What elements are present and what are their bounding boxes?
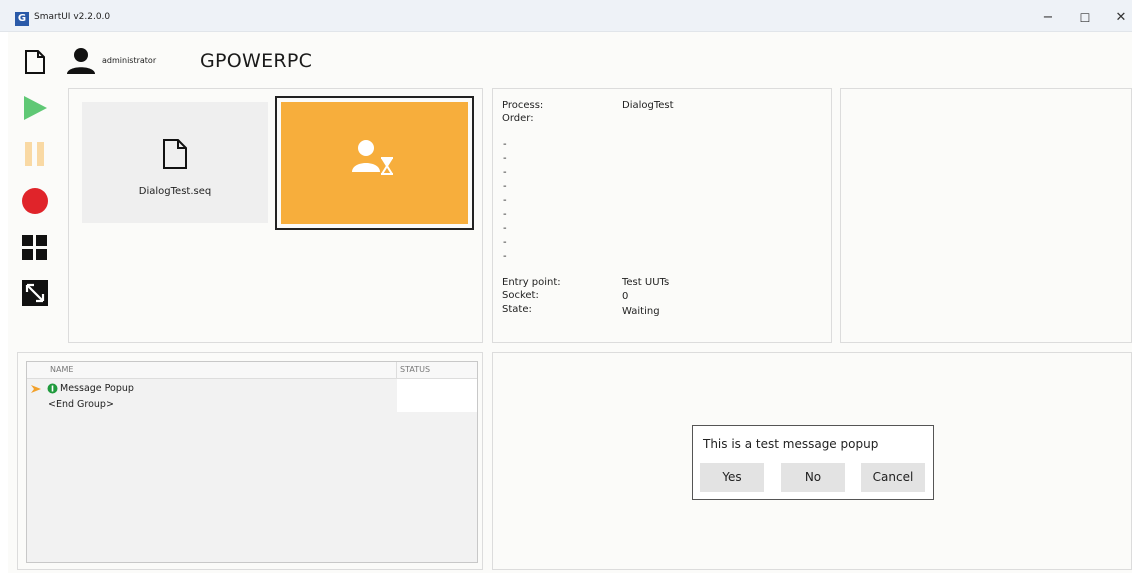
window-titlebar: G SmartUI v2.2.0.0 − ☐ ✕ xyxy=(0,0,1132,32)
new-file-icon[interactable] xyxy=(24,49,46,75)
socket-value: 0 xyxy=(622,291,629,302)
step-row-name[interactable]: <End Group> xyxy=(48,399,114,410)
close-button[interactable]: ✕ xyxy=(1110,8,1132,28)
sequence-file-icon xyxy=(163,139,187,169)
dash-line: - xyxy=(503,195,507,206)
dash-line: - xyxy=(503,167,507,178)
state-label: State: xyxy=(502,304,532,315)
no-button[interactable]: No xyxy=(781,463,845,492)
play-icon[interactable] xyxy=(22,95,48,121)
entry-point-value: Test UUTs xyxy=(622,277,670,288)
minimize-button[interactable]: − xyxy=(1037,8,1059,28)
dash-line: - xyxy=(503,237,507,248)
popup-panel: This is a test message popup Yes No Canc… xyxy=(492,352,1132,570)
dash-line: - xyxy=(503,153,507,164)
status-column-header[interactable]: STATUS xyxy=(400,365,430,374)
process-label: Process: xyxy=(502,100,544,111)
current-step-arrow-icon xyxy=(31,385,41,393)
uut-card[interactable] xyxy=(275,96,474,230)
process-value: DialogTest xyxy=(622,100,674,111)
resize-icon[interactable] xyxy=(22,280,48,306)
user-icon xyxy=(67,48,95,74)
window-title: SmartUI v2.2.0.0 xyxy=(34,12,111,22)
steps-tree[interactable]: NAME STATUS Message Popup <End Group> xyxy=(26,361,478,563)
status-column xyxy=(397,379,477,412)
app-body: administrator GPOWERPC DialogTest.seq Pr… xyxy=(8,32,1132,573)
steps-panel: NAME STATUS Message Popup <End Group> xyxy=(17,352,483,570)
cancel-button[interactable]: Cancel xyxy=(861,463,925,492)
empty-panel xyxy=(840,88,1132,343)
dash-line: - xyxy=(503,139,507,150)
name-column-header[interactable]: NAME xyxy=(50,365,73,374)
sequence-file-name: DialogTest.seq xyxy=(138,186,212,197)
message-popup-step-icon xyxy=(47,383,58,394)
sequence-panel: DialogTest.seq xyxy=(68,88,483,343)
dash-line: - xyxy=(503,251,507,262)
steps-tree-header: NAME STATUS xyxy=(27,362,477,379)
info-panel: Process: DialogTest Order: - - - - - - -… xyxy=(492,88,832,343)
record-icon[interactable] xyxy=(21,187,49,215)
yes-button[interactable]: Yes xyxy=(700,463,764,492)
sequence-file-card[interactable]: DialogTest.seq xyxy=(82,102,268,223)
popup-message: This is a test message popup xyxy=(703,437,879,451)
username-label: administrator xyxy=(102,56,157,65)
socket-label: Socket: xyxy=(502,290,539,301)
dash-line: - xyxy=(503,181,507,192)
user-waiting-icon xyxy=(352,140,393,175)
machine-name: GPOWERPC xyxy=(200,50,313,72)
column-divider[interactable] xyxy=(396,362,397,379)
pause-icon[interactable] xyxy=(24,141,46,167)
message-popup-dialog: This is a test message popup Yes No Canc… xyxy=(692,425,934,500)
dash-line: - xyxy=(503,223,507,234)
grid-icon[interactable] xyxy=(22,235,48,261)
entry-point-label: Entry point: xyxy=(502,277,561,288)
app-logo-icon: G xyxy=(15,12,29,26)
state-value: Waiting xyxy=(622,306,660,317)
maximize-button[interactable]: ☐ xyxy=(1074,8,1096,28)
dash-line: - xyxy=(503,209,507,220)
step-row-name[interactable]: Message Popup xyxy=(60,383,134,394)
uut-card-fill xyxy=(281,102,468,224)
order-label: Order: xyxy=(502,113,534,124)
